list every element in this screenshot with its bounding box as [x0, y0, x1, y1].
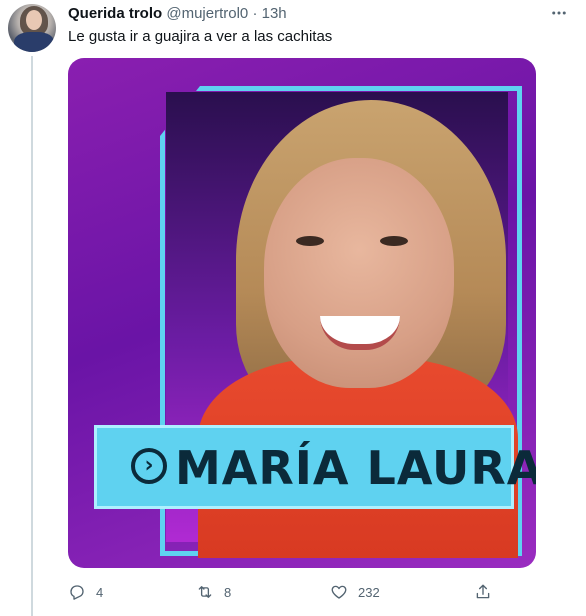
share-button[interactable]: [474, 582, 502, 602]
share-icon: [476, 584, 490, 599]
media-overlay-name: MARÍA LAURA: [175, 441, 536, 495]
avatar-face: [26, 10, 42, 30]
media-person-face: [264, 158, 454, 388]
display-name[interactable]: Querida trolo: [68, 5, 162, 22]
like-count: 232: [358, 584, 380, 600]
heart-icon: [331, 585, 347, 599]
tweet[interactable]: Querida trolo @mujertrol0 · 13h Le gusta…: [0, 0, 586, 616]
tweet-actions: 4 8 232: [68, 582, 498, 602]
tweet-media-image[interactable]: › MARÍA LAURA: [68, 58, 536, 568]
tweet-header: Querida trolo @mujertrol0 · 13h: [68, 5, 287, 23]
reply-icon: [70, 585, 84, 600]
reply-count: 4: [96, 584, 104, 600]
retweet-icon: [198, 586, 212, 598]
tweet-text: Le gusta ir a guajira a ver a las cachit…: [68, 28, 333, 45]
media-person-eye-left: [296, 236, 324, 246]
retweet-button[interactable]: 8: [196, 582, 231, 602]
media-name-bar: › MARÍA LAURA: [94, 425, 536, 509]
more-options-button[interactable]: [548, 4, 570, 24]
chevron-right-circle-icon: ›: [131, 448, 167, 484]
more-horizontal-icon: [552, 11, 566, 15]
thread-line: [31, 56, 33, 616]
separator-dot: ·: [252, 5, 258, 22]
media-person-eye-right: [380, 236, 408, 246]
like-button[interactable]: 232: [330, 582, 380, 602]
reply-button[interactable]: 4: [68, 582, 103, 602]
avatar[interactable]: [8, 4, 56, 52]
user-handle[interactable]: @mujertrol0: [166, 5, 248, 22]
avatar-shirt: [14, 32, 54, 52]
retweet-count: 8: [224, 584, 232, 600]
tweet-timestamp[interactable]: 13h: [262, 5, 287, 22]
